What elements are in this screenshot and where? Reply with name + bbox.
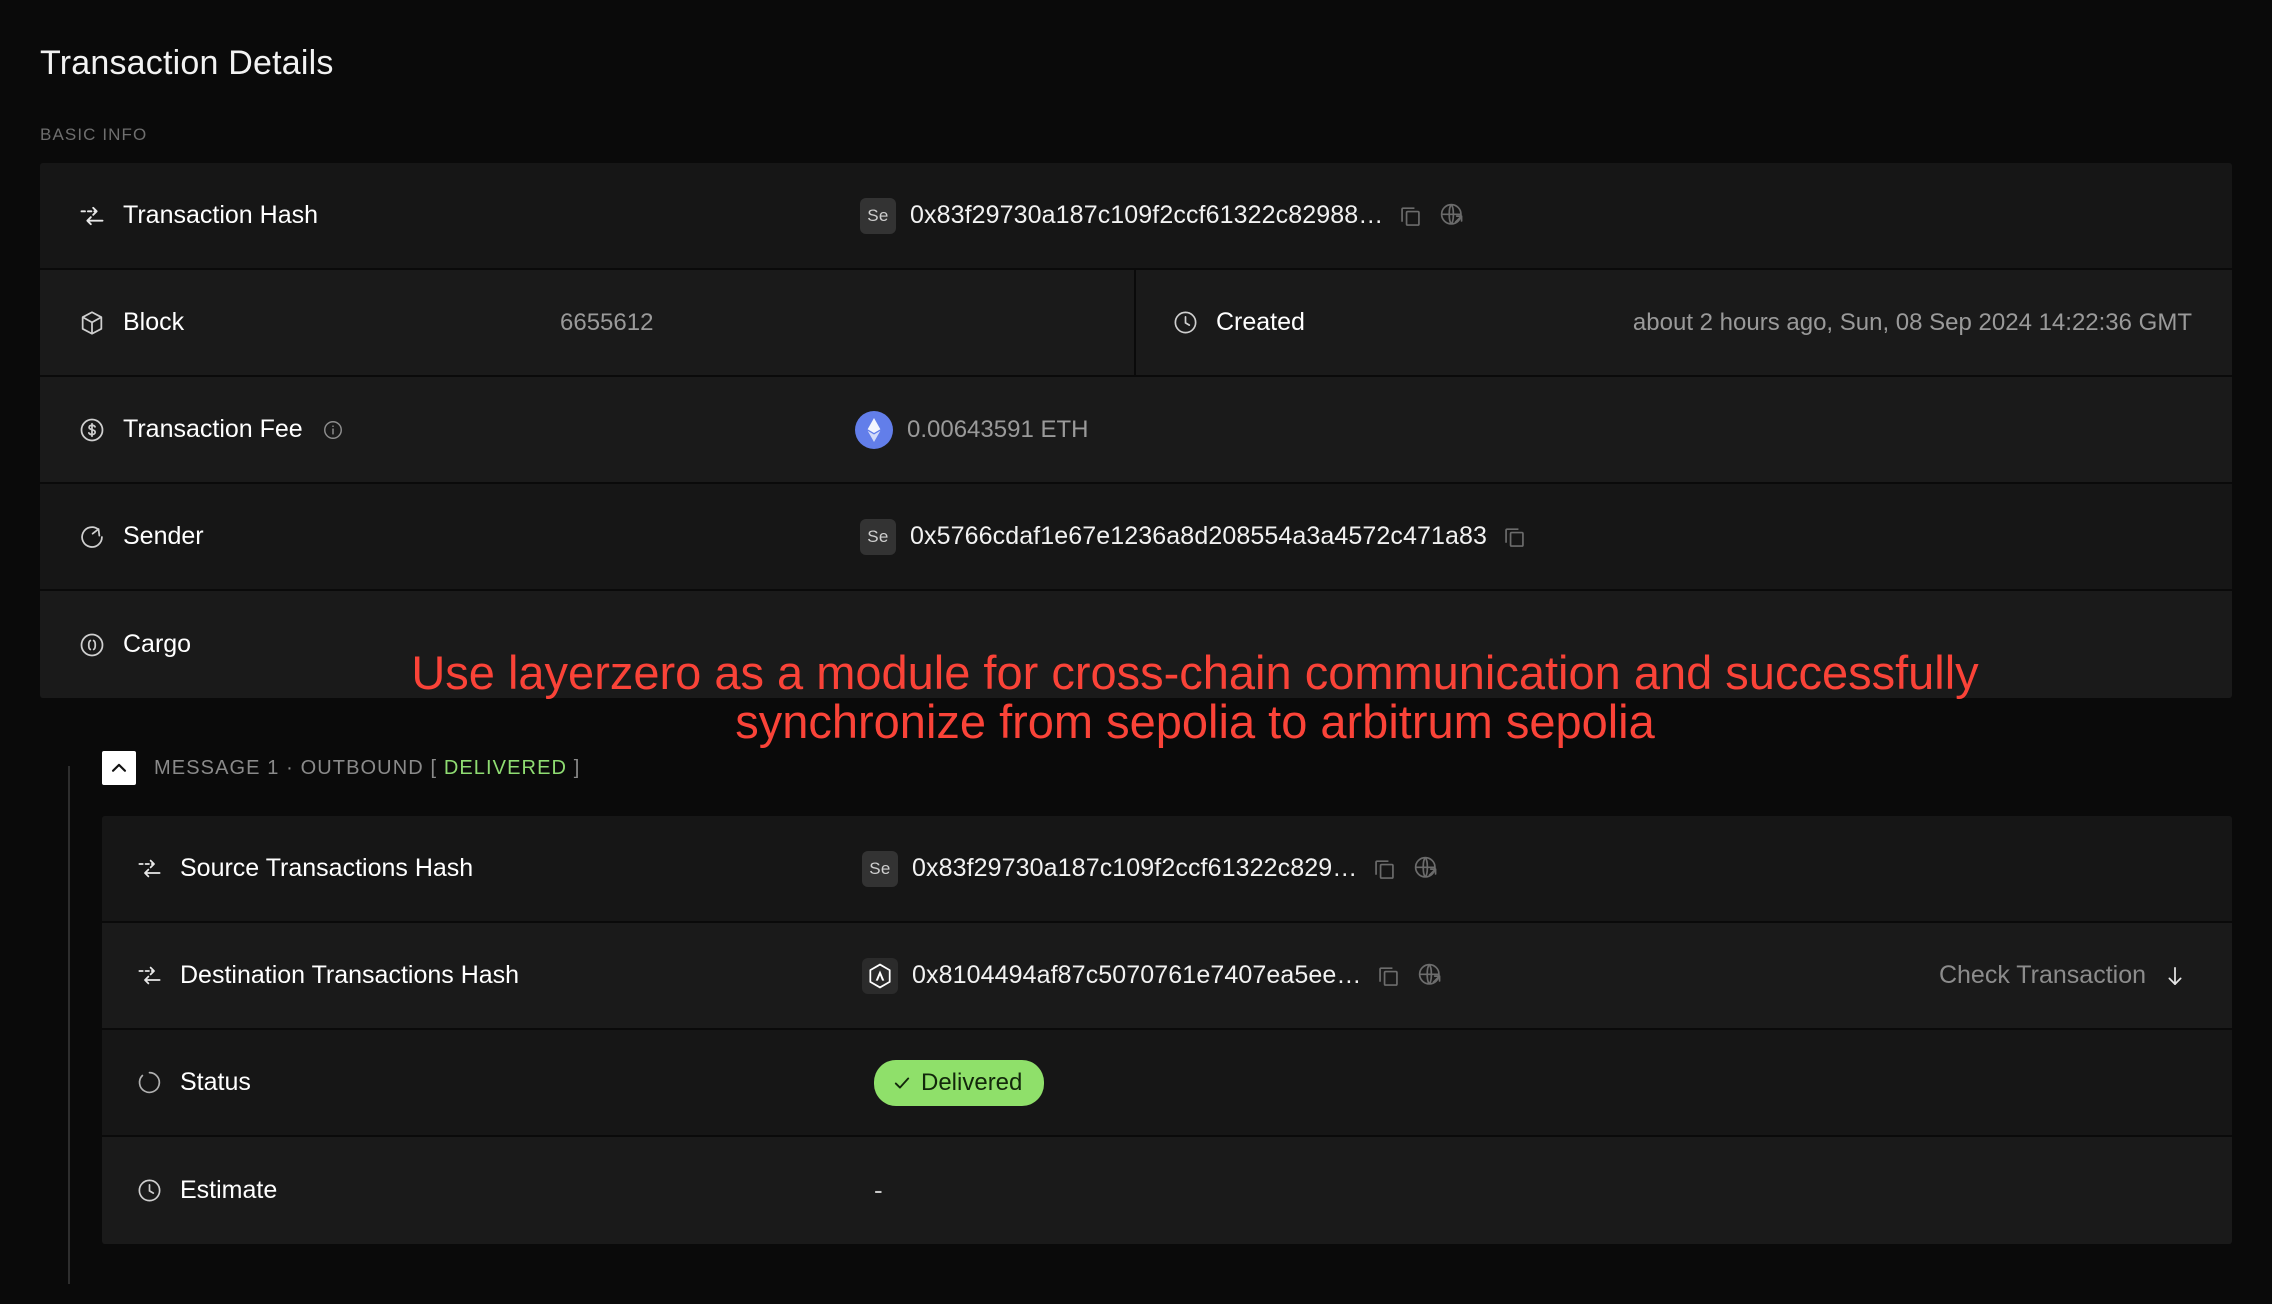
ethereum-icon: [855, 410, 893, 449]
info-icon[interactable]: [322, 419, 344, 441]
value-transaction-hash: Se 0x83f29730a187c109f2ccf61322c82988…: [860, 197, 1467, 234]
row-cargo: Cargo: [40, 591, 2232, 698]
label-text: Block: [123, 308, 185, 336]
label-text: Sender: [123, 522, 204, 550]
row-label-status: Status: [102, 1068, 862, 1097]
status-badge: Delivered: [874, 1059, 1045, 1106]
status-badge-label: Delivered: [921, 1068, 1023, 1096]
destination-hash-value[interactable]: 0x8104494af87c5070761e7407ea5ee…: [912, 961, 1361, 990]
message-header-suffix: ]: [573, 756, 581, 779]
row-source-transactions-hash: Source Transactions Hash Se 0x83f29730a1…: [102, 816, 2232, 923]
label-text: Destination Transactions Hash: [180, 961, 520, 989]
message-header: MESSAGE 1 · OUTBOUND [ DELIVERED ]: [68, 742, 2232, 794]
row-transaction-hash: Transaction Hash Se 0x83f29730a187c109f2…: [40, 163, 2232, 270]
arrow-down-icon: [2162, 963, 2188, 989]
check-transaction-button[interactable]: Check Transaction: [1939, 961, 2232, 990]
chain-badge-sepolia: Se: [862, 850, 898, 887]
value-sender: Se 0x5766cdaf1e67e1236a8d208554a3a4572c4…: [860, 518, 1528, 555]
row-transaction-fee: Transaction Fee 0.00643591 ETH: [40, 377, 2232, 484]
chain-badge-sepolia: Se: [860, 197, 896, 234]
label-text: Cargo: [123, 630, 192, 658]
message-header-text: MESSAGE 1 · OUTBOUND [ DELIVERED ]: [154, 757, 580, 780]
chevron-up-icon[interactable]: [102, 751, 136, 785]
transaction-fee-value: 0.00643591 ETH: [907, 415, 1089, 443]
label-text: Transaction Hash: [123, 201, 318, 229]
row-block-created: Block 6655612 Created about 2 hours ago,…: [40, 269, 2232, 377]
half-created: Created about 2 hours ago, Sun, 08 Sep 2…: [1136, 269, 2232, 376]
globe-external-link-icon[interactable]: [1438, 201, 1467, 230]
row-label-estimate: Estimate: [102, 1176, 862, 1205]
check-icon: [892, 1073, 912, 1093]
transfer-arrows-icon: [136, 855, 163, 882]
row-label-destination-transactions-hash: Destination Transactions Hash: [102, 961, 862, 990]
row-label-block: Block: [40, 308, 540, 337]
label-text: Transaction Fee: [123, 415, 303, 443]
value-transaction-fee: 0.00643591 ETH: [855, 410, 1089, 449]
section-label-basic-info: BASIC INFO: [40, 125, 148, 144]
row-label-transaction-hash: Transaction Hash: [40, 201, 560, 230]
braces-circle-icon: [78, 631, 106, 659]
spinner-circle-icon: [136, 1069, 163, 1096]
check-transaction-label: Check Transaction: [1938, 961, 2146, 989]
annotation-line-2: synchronize from sepolia to arbitrum sep…: [735, 695, 1655, 749]
copy-icon[interactable]: [1501, 523, 1528, 550]
source-hash-value[interactable]: 0x83f29730a187c109f2ccf61322c829…: [912, 854, 1357, 883]
value-destination-transactions-hash: 0x8104494af87c5070761e7407ea5ee…: [862, 957, 1445, 994]
copy-icon[interactable]: [1371, 855, 1398, 882]
globe-external-link-icon[interactable]: [1412, 854, 1441, 883]
chain-badge-sepolia: Se: [860, 518, 896, 555]
row-sender: Sender Se 0x5766cdaf1e67e1236a8d208554a3…: [40, 484, 2232, 591]
value-source-transactions-hash: Se 0x83f29730a187c109f2ccf61322c829…: [862, 850, 1441, 887]
message-section: MESSAGE 1 · OUTBOUND [ DELIVERED ] Sourc…: [40, 742, 2232, 1284]
row-label-source-transactions-hash: Source Transactions Hash: [102, 854, 862, 883]
dollar-circle-icon: [78, 416, 106, 444]
label-text: Estimate: [180, 1176, 278, 1204]
copy-icon[interactable]: [1397, 202, 1424, 229]
half-block: Block 6655612: [40, 269, 1136, 376]
transaction-hash-value[interactable]: 0x83f29730a187c109f2ccf61322c82988…: [910, 201, 1383, 230]
row-destination-transactions-hash: Destination Transactions Hash 0x8104494a…: [102, 923, 2232, 1030]
clock-icon: [136, 1177, 163, 1204]
message-rows-card: Source Transactions Hash Se 0x83f29730a1…: [102, 816, 2232, 1244]
message-header-status: DELIVERED: [443, 756, 568, 779]
row-label-transaction-fee: Transaction Fee: [40, 415, 560, 444]
transfer-arrows-icon: [78, 202, 106, 230]
row-status: Status Delivered: [102, 1030, 2232, 1137]
row-estimate: Estimate -: [102, 1137, 2232, 1244]
transaction-details-page: Transaction Details BASIC INFO Transacti…: [0, 0, 2272, 1304]
value-created: about 2 hours ago, Sun, 08 Sep 2024 14:2…: [1632, 308, 2192, 336]
globe-external-link-icon[interactable]: [1416, 961, 1445, 990]
clock-icon: [1172, 309, 1199, 336]
label-text: Created: [1216, 308, 1305, 336]
row-label-sender: Sender: [40, 522, 560, 551]
label-text: Source Transactions Hash: [180, 854, 474, 882]
cube-icon: [78, 309, 106, 337]
message-header-prefix: MESSAGE 1 · OUTBOUND [: [154, 756, 438, 779]
arbitrum-icon: [862, 957, 898, 994]
row-label-created: Created: [1136, 308, 1556, 337]
copy-icon[interactable]: [1375, 962, 1402, 989]
sender-address-value[interactable]: 0x5766cdaf1e67e1236a8d208554a3a4572c471a…: [910, 522, 1487, 551]
transfer-arrows-icon: [136, 962, 163, 989]
row-label-cargo: Cargo: [40, 630, 560, 659]
basic-info-card: Transaction Hash Se 0x83f29730a187c109f2…: [40, 163, 2232, 698]
value-estimate: -: [874, 1175, 883, 1205]
timeline-connector: [68, 766, 70, 1284]
value-block[interactable]: 6655612: [560, 309, 653, 337]
sender-arrow-circle-icon: [78, 523, 106, 551]
label-text: Status: [180, 1068, 251, 1096]
value-status: Delivered: [874, 1059, 1045, 1106]
page-title: Transaction Details: [40, 44, 334, 82]
